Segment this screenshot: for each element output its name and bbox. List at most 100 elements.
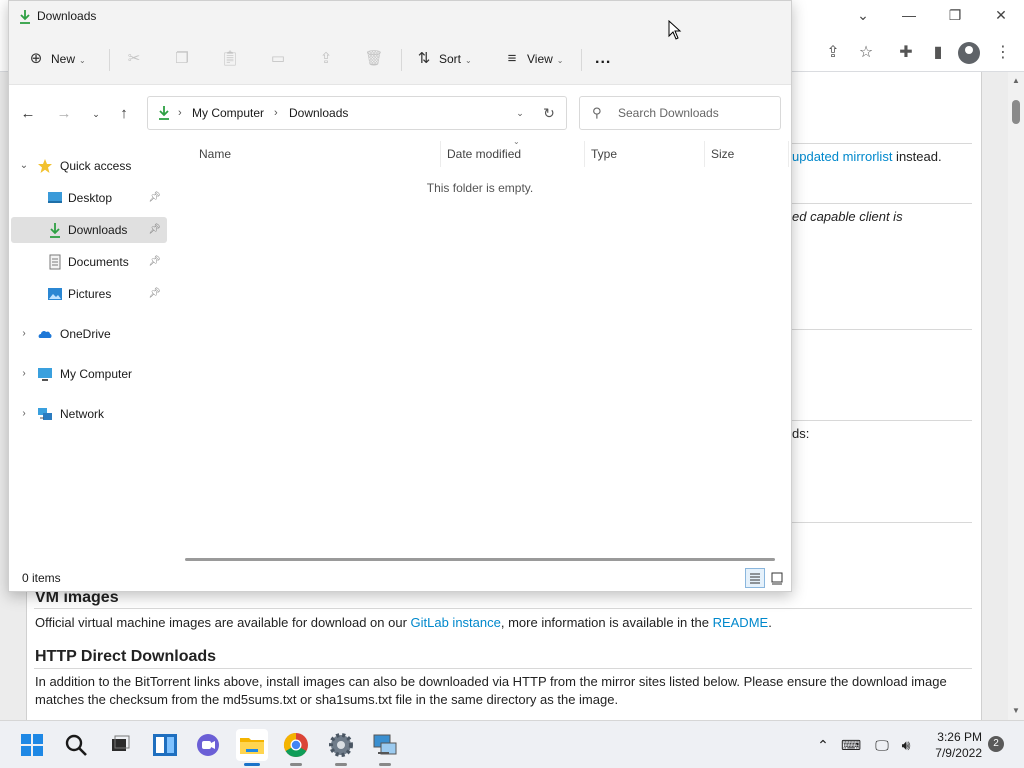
nav-downloads[interactable]: Downloads 📌︎ xyxy=(11,217,167,243)
running-indicator xyxy=(379,763,391,766)
sort-button[interactable]: ⇅ Sort ⌄ xyxy=(415,47,472,71)
share-icon[interactable]: ⇪ xyxy=(314,47,338,71)
readme-link[interactable]: README xyxy=(713,615,769,630)
minimize-button[interactable]: — xyxy=(898,5,920,25)
file-explorer-taskbar-button[interactable] xyxy=(236,729,268,766)
column-header-name[interactable]: Name xyxy=(191,141,441,167)
column-header-size[interactable]: Size xyxy=(703,141,789,167)
pin-icon[interactable]: 📌︎ xyxy=(148,185,161,211)
close-button[interactable]: ✕ xyxy=(990,5,1012,25)
taskbar-search-button[interactable] xyxy=(60,729,92,761)
chrome-taskbar-button[interactable] xyxy=(280,729,312,766)
pin-icon[interactable]: 📌︎ xyxy=(148,281,161,307)
network-computer-taskbar-button[interactable] xyxy=(369,729,401,766)
network-status-icon[interactable]: 🖵︎ xyxy=(872,735,892,755)
widgets-button[interactable] xyxy=(149,729,181,761)
side-panel-icon[interactable]: ▮ xyxy=(927,42,949,64)
recent-locations-chevron-icon[interactable]: ⌄ xyxy=(85,103,107,125)
breadcrumb-downloads[interactable]: Downloads xyxy=(289,97,348,129)
cut-icon[interactable]: ✂ xyxy=(122,47,146,71)
download-arrow-icon xyxy=(20,10,30,24)
active-indicator xyxy=(244,763,260,766)
breadcrumb-separator-icon[interactable]: › xyxy=(274,97,278,129)
view-button[interactable]: ≡ View ⌄ xyxy=(503,47,564,71)
nav-label: Pictures xyxy=(68,287,112,301)
extensions-puzzle-icon[interactable]: ✚ xyxy=(895,42,917,64)
nav-pictures[interactable]: Pictures 📌︎ xyxy=(11,281,167,307)
search-box[interactable]: ⚲ xyxy=(579,96,781,130)
chat-button[interactable] xyxy=(192,729,224,761)
details-view-button[interactable] xyxy=(745,568,765,588)
start-button[interactable] xyxy=(16,729,48,761)
delete-icon[interactable]: 🗑︎ xyxy=(362,47,386,71)
settings-icon xyxy=(329,733,353,757)
collapse-chevron-icon[interactable]: ⌄ xyxy=(17,153,31,179)
more-options-button[interactable]: ... xyxy=(595,47,611,71)
back-arrow-icon[interactable]: ← xyxy=(17,103,39,125)
volume-icon[interactable]: 🔊︎ xyxy=(896,735,916,755)
up-arrow-icon[interactable]: ↑ xyxy=(113,103,135,125)
settings-taskbar-button[interactable] xyxy=(325,729,357,766)
new-label: New xyxy=(51,52,76,66)
browser-menu-icon[interactable]: ⋮ xyxy=(992,42,1014,64)
mouse-cursor-icon xyxy=(668,20,682,40)
copy-icon[interactable]: ❐ xyxy=(170,47,194,71)
nav-desktop[interactable]: Desktop 📌︎ xyxy=(11,185,167,211)
chrome-icon xyxy=(283,733,308,758)
updated-mirrorlist-link[interactable]: updated mirrorlist xyxy=(792,149,892,164)
nav-my-computer[interactable]: › My Computer xyxy=(11,361,167,387)
address-history-chevron-icon[interactable]: ⌄ xyxy=(510,97,530,129)
paste-icon[interactable]: 📋︎ xyxy=(218,47,242,71)
forward-arrow-icon[interactable]: → xyxy=(53,103,75,125)
breadcrumb-separator-icon[interactable]: › xyxy=(178,97,182,129)
bookmark-star-icon[interactable]: ☆ xyxy=(855,42,877,64)
system-clock[interactable]: 3:26 PM 7/9/2022 xyxy=(920,729,982,761)
details-view-icon xyxy=(750,573,760,584)
nav-label: My Computer xyxy=(60,367,133,381)
nav-quick-access[interactable]: ⌄ Quick access xyxy=(11,153,167,179)
rename-icon[interactable]: ▭ xyxy=(266,47,290,71)
instead-text: instead. xyxy=(892,149,942,164)
tab-search-chevron-icon[interactable]: ⌄ xyxy=(852,5,874,25)
client-fragment: ed capable client is xyxy=(792,209,903,224)
restore-button[interactable]: ❐ xyxy=(944,5,966,25)
status-bar: 0 items xyxy=(9,565,791,591)
search-input[interactable] xyxy=(618,104,774,122)
nav-onedrive[interactable]: › OneDrive xyxy=(11,321,167,347)
nav-documents[interactable]: Documents 📌︎ xyxy=(11,249,167,275)
expand-chevron-icon[interactable]: › xyxy=(17,401,31,427)
nav-label: Desktop xyxy=(68,191,113,205)
page-scrollbar[interactable]: ▲ ▼ xyxy=(1008,72,1024,720)
breadcrumb-my-computer[interactable]: My Computer xyxy=(192,97,264,129)
download-arrow-icon xyxy=(50,223,60,238)
view-label: View xyxy=(527,52,553,66)
documents-icon xyxy=(49,254,61,270)
nav-network[interactable]: › Network xyxy=(11,401,167,427)
notification-badge[interactable]: 2 xyxy=(988,736,1004,752)
column-header-date-modified[interactable]: Date modified xyxy=(439,141,585,167)
divider xyxy=(34,668,972,669)
tiles-view-button[interactable] xyxy=(767,568,787,588)
scroll-up-arrow-icon[interactable]: ▲ xyxy=(1008,74,1024,88)
address-bar[interactable]: › My Computer › Downloads ⌄ ↻ xyxy=(147,96,567,130)
keyboard-icon[interactable]: ⌨ xyxy=(840,735,862,755)
horizontal-scrollbar[interactable] xyxy=(185,558,775,561)
scroll-thumb[interactable] xyxy=(1012,100,1020,124)
pin-icon[interactable]: 📌︎ xyxy=(148,249,161,275)
pictures-icon xyxy=(48,288,62,300)
new-button[interactable]: ⊕ New ⌄ xyxy=(27,47,86,71)
gitlab-instance-link[interactable]: GitLab instance xyxy=(411,615,501,630)
refresh-icon[interactable]: ↻ xyxy=(538,97,560,129)
task-view-button[interactable] xyxy=(104,729,136,761)
column-header-type[interactable]: Type xyxy=(583,141,705,167)
profile-avatar-icon[interactable] xyxy=(958,42,980,64)
scroll-down-arrow-icon[interactable]: ▼ xyxy=(1008,704,1024,718)
pin-icon[interactable]: 📌︎ xyxy=(148,217,161,243)
expand-chevron-icon[interactable]: › xyxy=(17,361,31,387)
share-icon[interactable]: ⇪ xyxy=(822,42,844,64)
list-view-icon: ≡ xyxy=(507,50,517,67)
show-hidden-icons-chevron-icon[interactable]: ⌃ xyxy=(814,735,832,755)
expand-chevron-icon[interactable]: › xyxy=(17,321,31,347)
start-icon xyxy=(21,734,43,756)
item-count: 0 items xyxy=(22,571,61,585)
